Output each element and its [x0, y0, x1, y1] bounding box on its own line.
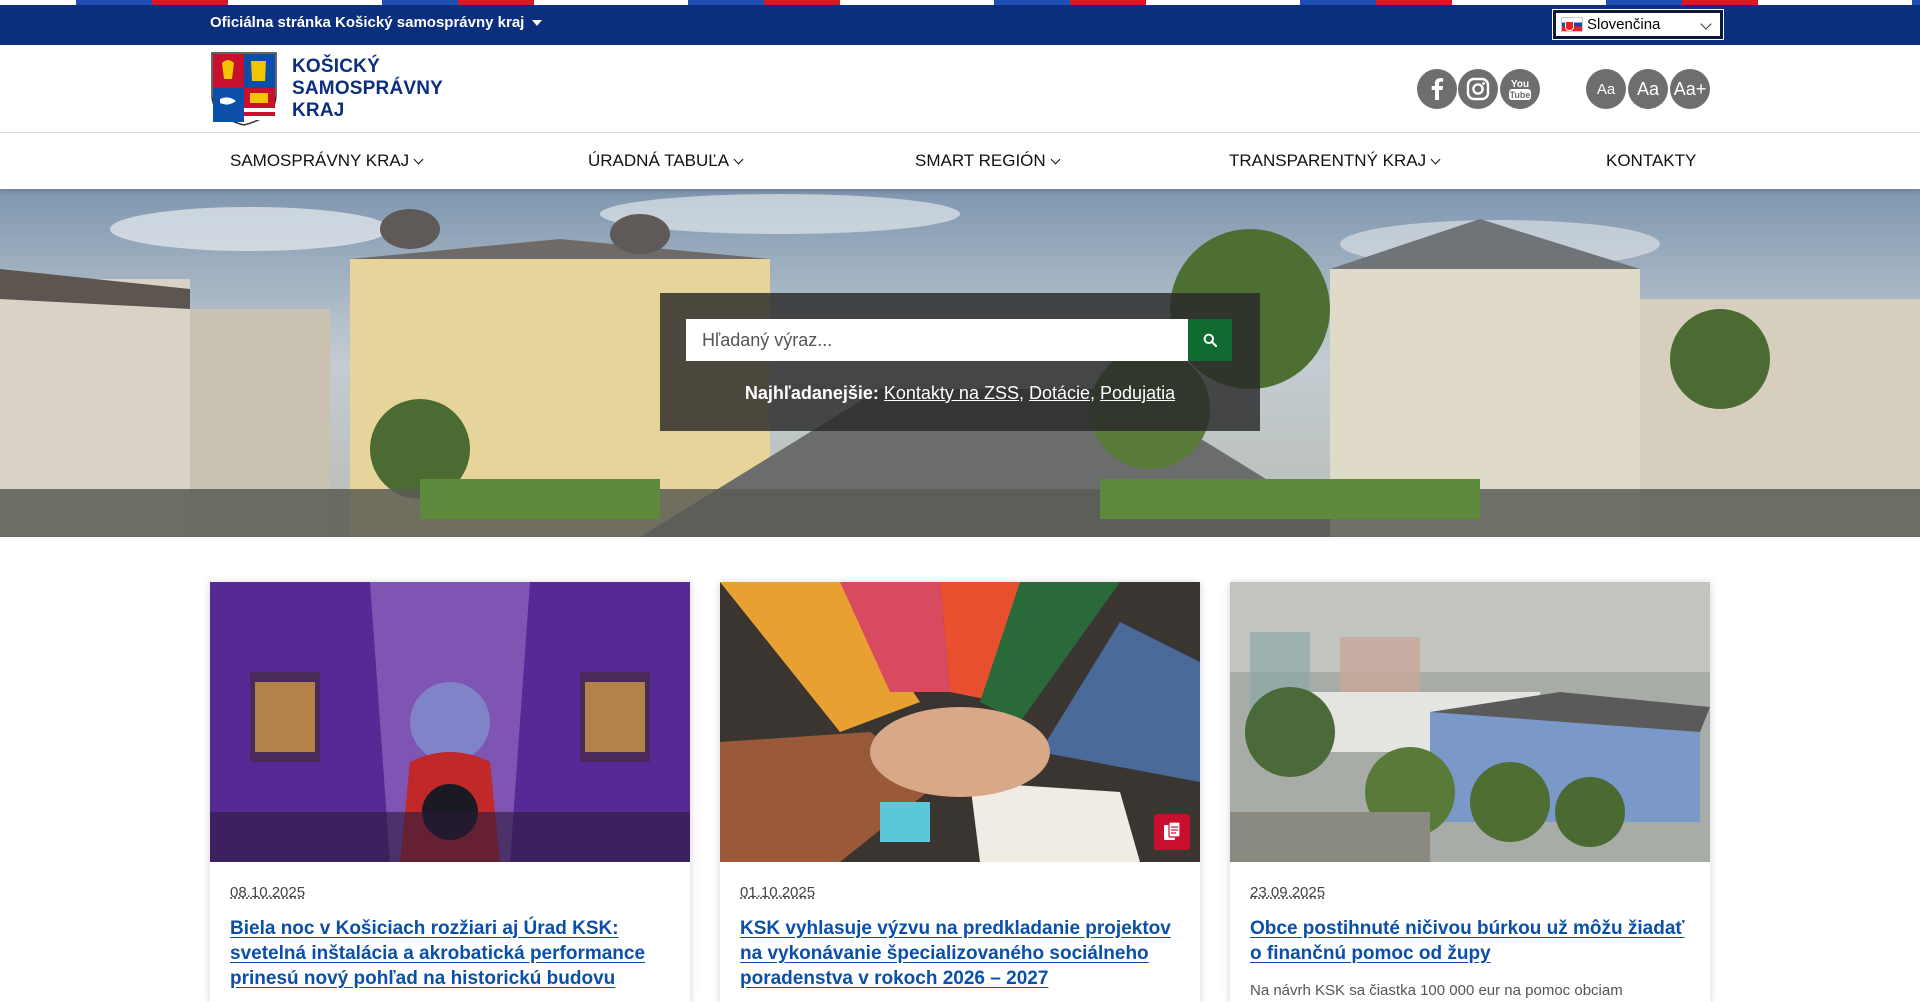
youtube-link[interactable]: You Tube: [1500, 69, 1540, 109]
site-header: KOŠICKÝ SAMOSPRÁVNY KRAJ You Tube Aa Aa …: [0, 45, 1920, 133]
news-teaser: Na návrh KSK sa čiastka 100 000 eur na p…: [1250, 982, 1623, 999]
search-button[interactable]: [1188, 319, 1232, 361]
news-title-link[interactable]: KSK vyhlasuje výzvu na predkladanie proj…: [740, 916, 1180, 991]
facebook-link[interactable]: [1417, 69, 1457, 109]
flag-stripes: [0, 0, 1920, 5]
logo-line-2: SAMOSPRÁVNY: [292, 78, 444, 99]
nav-item-transparentny-kraj[interactable]: TRANSPARENTNÝ KRAJ: [1229, 151, 1441, 171]
language-select[interactable]: Slovenčina: [1552, 9, 1724, 40]
coat-of-arms-icon: [211, 52, 277, 126]
news-image: [1230, 582, 1710, 862]
logo-line-3: KRAJ: [292, 100, 345, 121]
svg-text:You: You: [1511, 79, 1529, 90]
font-size-small-label: Aa: [1596, 80, 1616, 98]
nav-item-kontakty[interactable]: KONTAKTY: [1606, 151, 1696, 171]
chevron-down-icon: [413, 154, 424, 164]
chevron-down-icon: [1050, 154, 1061, 164]
youtube-icon: You Tube: [1509, 79, 1531, 100]
font-size-normal-label: Aa: [1636, 78, 1660, 99]
popular-link-kontakty[interactable]: Kontakty na ZSS: [884, 383, 1019, 403]
slovak-flag-icon: [1561, 17, 1583, 32]
site-logo[interactable]: KOŠICKÝ SAMOSPRÁVNY KRAJ: [210, 51, 443, 127]
font-size-large-label: Aa+: [1673, 78, 1707, 99]
search-icon: [1203, 333, 1217, 347]
popular-label: Najhľadanejšie:: [744, 383, 879, 403]
nav-item-label: ÚRADNÁ TABUĽA: [588, 151, 730, 170]
popular-link-dotacie[interactable]: Dotácie: [1029, 383, 1090, 403]
news-card[interactable]: 23.09.2025 Obce postihnuté ničivou búrko…: [1230, 582, 1710, 1002]
news-date: 08.10.2025: [230, 884, 306, 901]
document-icon: [1154, 814, 1190, 850]
nav-item-samospravny-kraj[interactable]: SAMOSPRÁVNY KRAJ: [230, 151, 424, 171]
nav-item-label: SMART REGIÓN: [915, 151, 1046, 170]
nav-item-label: SAMOSPRÁVNY KRAJ: [230, 151, 410, 170]
nav-item-smart-region[interactable]: SMART REGIÓN: [915, 151, 1061, 171]
hero-banner: Najhľadanejšie: Kontakty na ZSS, Dotácie…: [0, 189, 1920, 537]
nav-item-label: KONTAKTY: [1606, 151, 1697, 170]
instagram-icon: [1466, 77, 1490, 101]
chevron-down-icon: [733, 154, 744, 164]
chevron-down-icon: [1430, 154, 1441, 164]
news-date: 01.10.2025: [740, 884, 816, 901]
nav-item-uradna-tabula[interactable]: ÚRADNÁ TABUĽA: [588, 151, 744, 171]
popular-link-podujatia[interactable]: Podujatia: [1100, 383, 1175, 403]
official-site-toggle[interactable]: Oficiálna stránka Košický samosprávny kr…: [210, 14, 543, 31]
news-card[interactable]: 01.10.2025 KSK vyhlasuje výzvu na predkl…: [720, 582, 1200, 1002]
news-image: [210, 582, 690, 862]
official-topbar: Oficiálna stránka Košický samosprávny kr…: [0, 0, 1920, 45]
font-size-large-button[interactable]: Aa+: [1670, 69, 1710, 109]
nav-item-label: TRANSPARENTNÝ KRAJ: [1229, 151, 1427, 170]
logo-line-1: KOŠICKÝ: [292, 56, 380, 77]
main-navigation: SAMOSPRÁVNY KRAJ ÚRADNÁ TABUĽA SMART REG…: [0, 133, 1920, 189]
logo-wordmark: KOŠICKÝ SAMOSPRÁVNY KRAJ: [292, 56, 443, 122]
official-site-label: Oficiálna stránka Košický samosprávny kr…: [210, 14, 525, 31]
facebook-icon: [1431, 78, 1444, 100]
font-size-normal-button[interactable]: Aa: [1628, 69, 1668, 109]
instagram-link[interactable]: [1458, 69, 1498, 109]
caret-down-icon: [532, 19, 543, 26]
font-size-small-button[interactable]: Aa: [1586, 69, 1626, 109]
chevron-down-icon: [1700, 18, 1712, 30]
news-date: 23.09.2025: [1250, 884, 1326, 901]
popular-searches: Najhľadanejšie: Kontakty na ZSS, Dotácie…: [744, 383, 1176, 403]
language-value: Slovenčina: [1587, 16, 1661, 33]
news-card[interactable]: 08.10.2025 Biela noc v Košiciach rozžiar…: [210, 582, 690, 1002]
news-title-link[interactable]: Obce postihnuté ničivou búrkou už môžu ž…: [1250, 916, 1690, 966]
news-title-link[interactable]: Biela noc v Košiciach rozžiari aj Úrad K…: [230, 916, 670, 991]
svg-text:Tube: Tube: [1510, 90, 1531, 100]
search-panel: Najhľadanejšie: Kontakty na ZSS, Dotácie…: [660, 293, 1260, 431]
search-input[interactable]: [686, 319, 1188, 361]
news-image: [720, 582, 1200, 862]
